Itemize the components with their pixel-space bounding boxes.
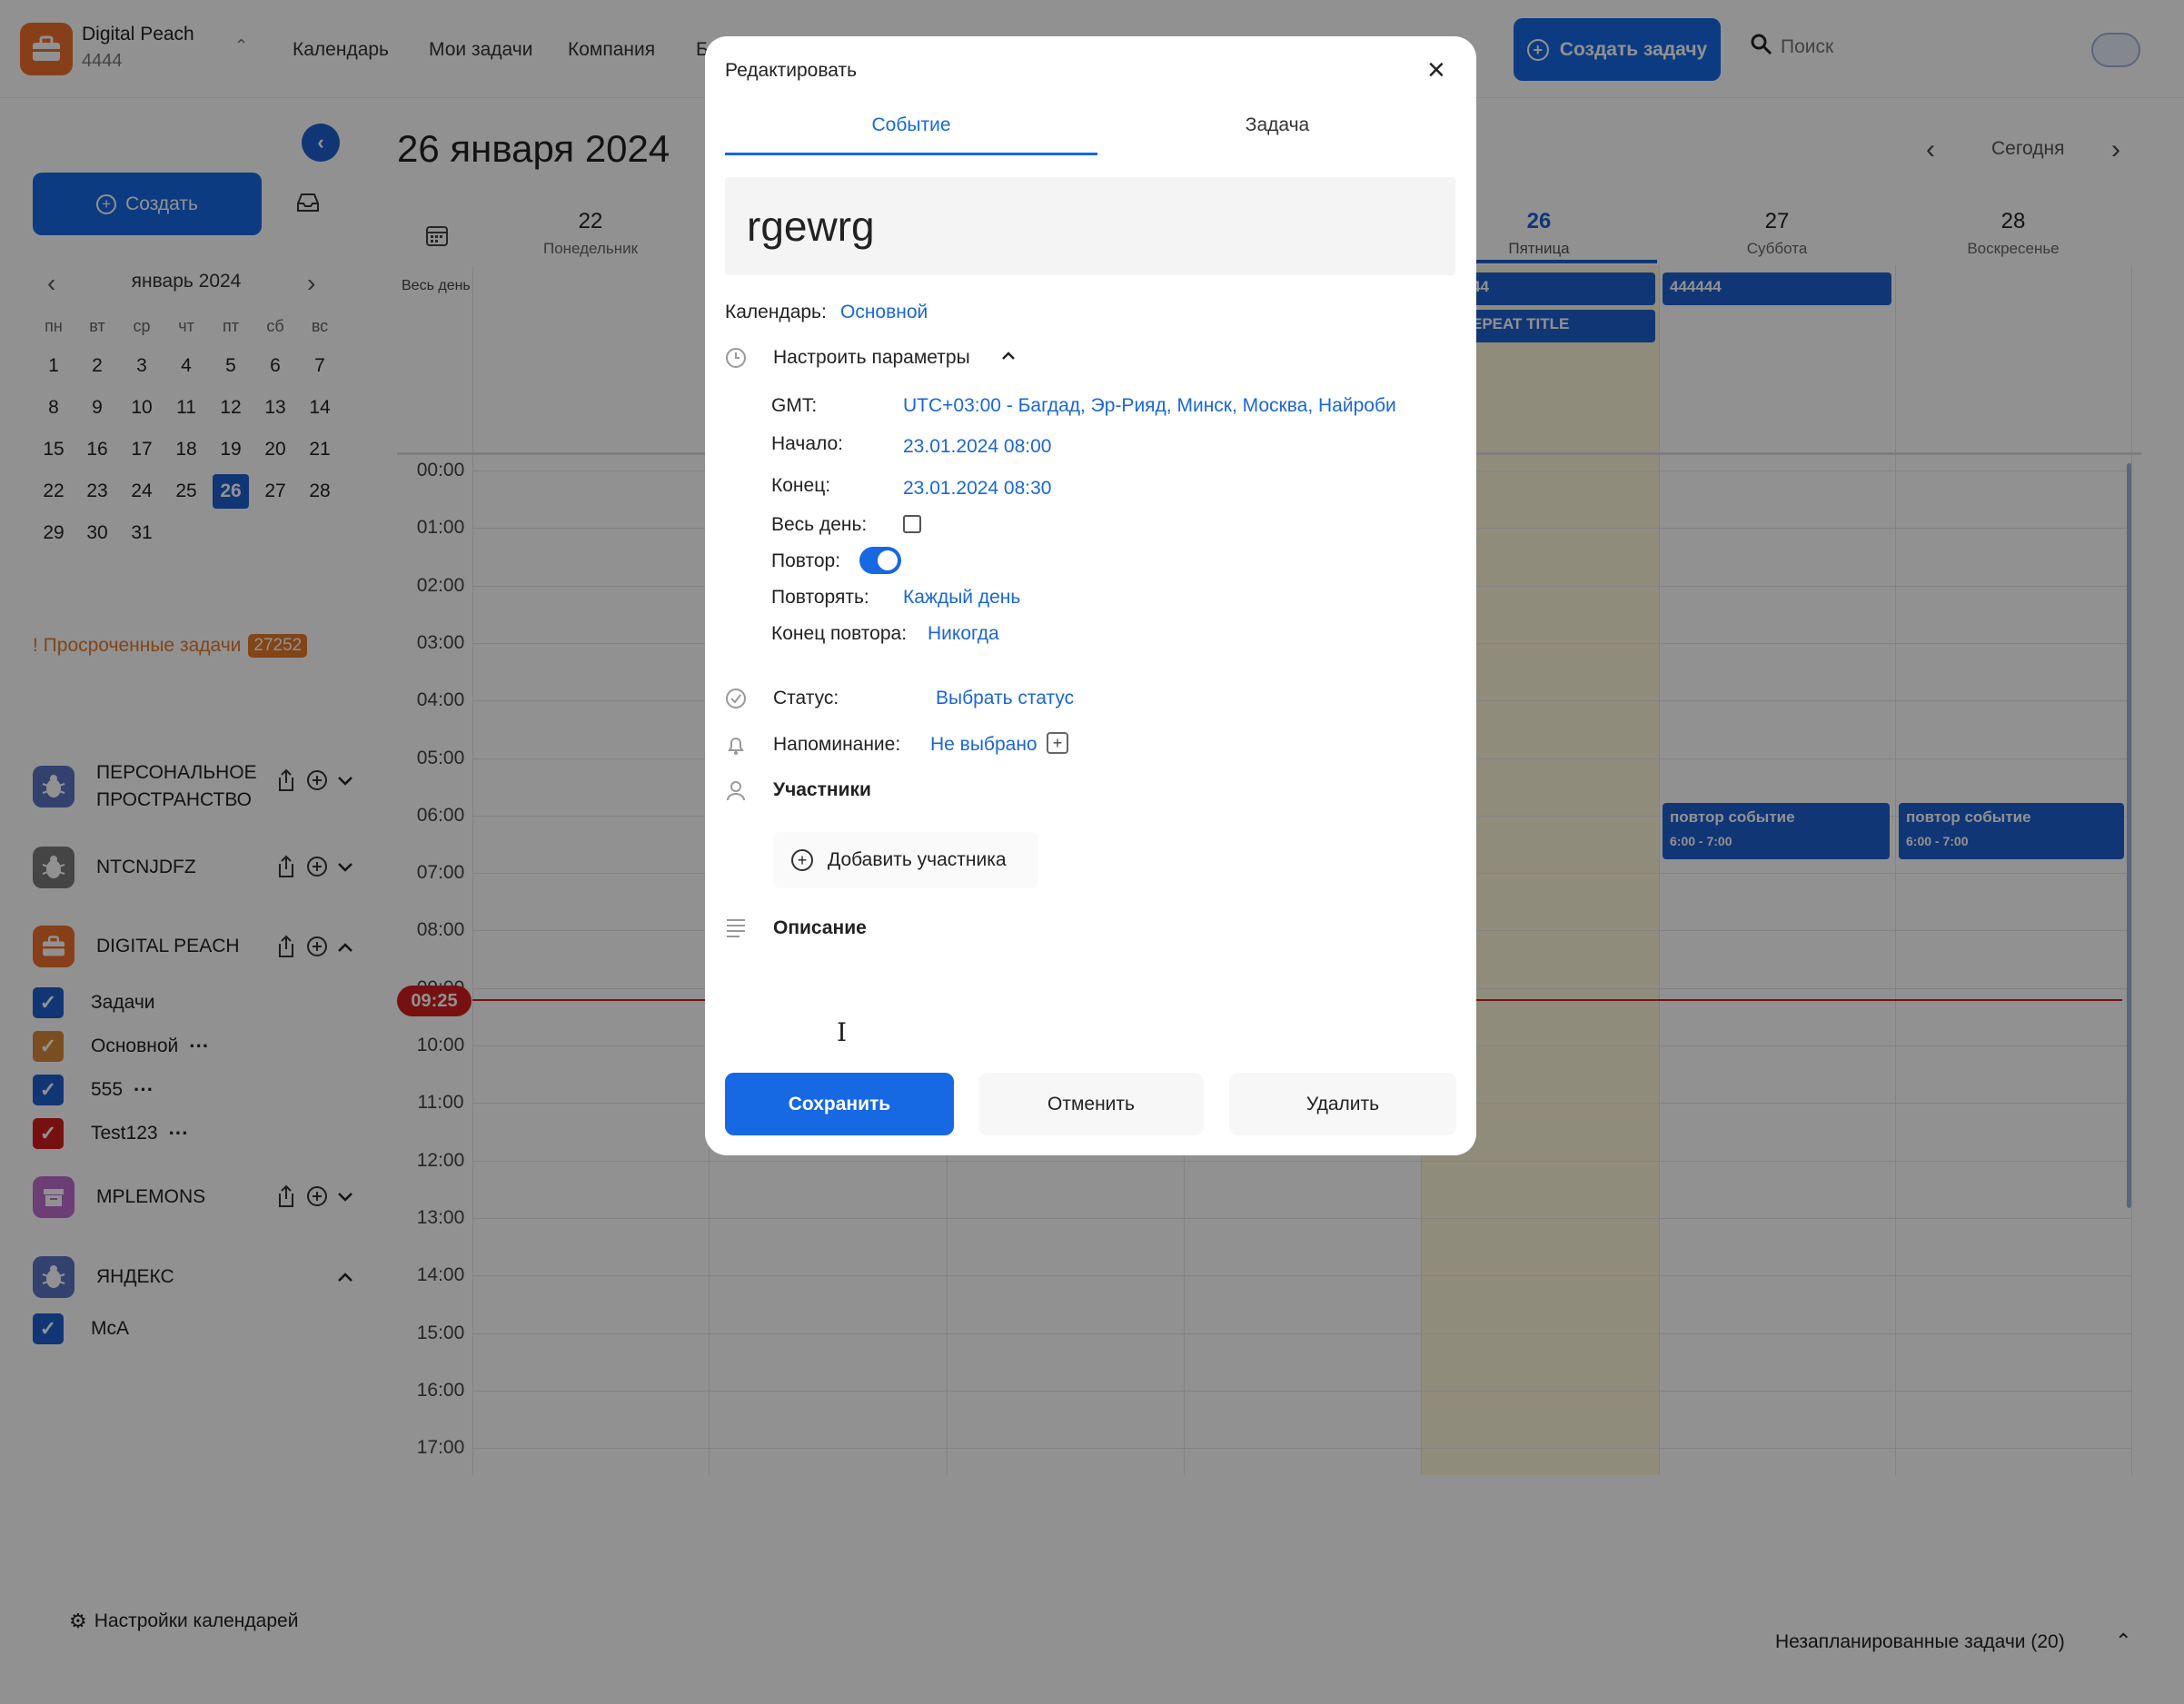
participants-label: Участники: [773, 779, 871, 800]
edit-event-modal: Редактировать × Событие Задача rgewrg Ка…: [705, 36, 1476, 1155]
repeat-label: Повтор:: [771, 550, 841, 571]
active-tab-indicator: [725, 153, 1097, 155]
event-name-input[interactable]: rgewrg: [725, 177, 1455, 275]
reminder-label: Напоминание:: [773, 734, 901, 755]
cancel-button[interactable]: Отменить: [978, 1073, 1204, 1135]
repeat-toggle[interactable]: [859, 547, 901, 574]
status-label: Статус:: [773, 688, 839, 708]
end-label: Конец:: [771, 475, 831, 496]
start-label: Начало:: [771, 433, 844, 454]
gmt-label: GMT:: [771, 395, 818, 416]
calendar-field-value[interactable]: Основной: [840, 302, 928, 323]
allday-checkbox[interactable]: [903, 515, 921, 533]
tab-task[interactable]: Задача: [1097, 114, 1457, 136]
reminder-value[interactable]: Не выбрано: [930, 734, 1037, 756]
event-name-value: rgewrg: [747, 203, 875, 250]
repeat-every-value[interactable]: Каждый день: [903, 587, 1020, 609]
chevron-up-icon[interactable]: [999, 347, 1018, 370]
description-input[interactable]: [773, 954, 1454, 1063]
params-toggle[interactable]: Настроить параметры: [773, 347, 970, 369]
start-value[interactable]: 23.01.2024 08:00: [903, 436, 1052, 458]
calendar-field-label: Календарь:: [725, 302, 827, 322]
status-value[interactable]: Выбрать статус: [936, 688, 1074, 709]
add-participant-label: Добавить участника: [828, 849, 1007, 870]
delete-button[interactable]: Удалить: [1229, 1073, 1456, 1135]
add-reminder-icon[interactable]: +: [1047, 732, 1068, 754]
repeat-end-value[interactable]: Никогда: [928, 623, 999, 645]
plus-circle-icon: +: [791, 849, 813, 871]
text-cursor-icon: I: [837, 1017, 848, 1047]
repeat-every-label: Повторять:: [771, 587, 869, 608]
repeat-end-label: Конец повтора:: [771, 623, 908, 644]
end-value[interactable]: 23.01.2024 08:30: [903, 478, 1052, 500]
gmt-value[interactable]: UTC+03:00 - Багдад, Эр-Рияд, Минск, Моск…: [903, 395, 1396, 417]
save-button[interactable]: Сохранить: [725, 1073, 954, 1135]
tab-event[interactable]: Событие: [725, 114, 1097, 136]
allday-label: Весь день:: [771, 514, 868, 535]
close-icon[interactable]: ×: [1427, 54, 1445, 85]
text-lines-icon: [725, 917, 747, 942]
check-circle-icon: [725, 688, 747, 714]
description-label: Описание: [773, 917, 867, 938]
modal-title: Редактировать: [725, 60, 858, 81]
clock-icon: [725, 347, 747, 373]
user-icon: [725, 779, 747, 806]
bell-icon: [725, 734, 747, 760]
add-participant-button[interactable]: + Добавить участника: [773, 832, 1038, 888]
